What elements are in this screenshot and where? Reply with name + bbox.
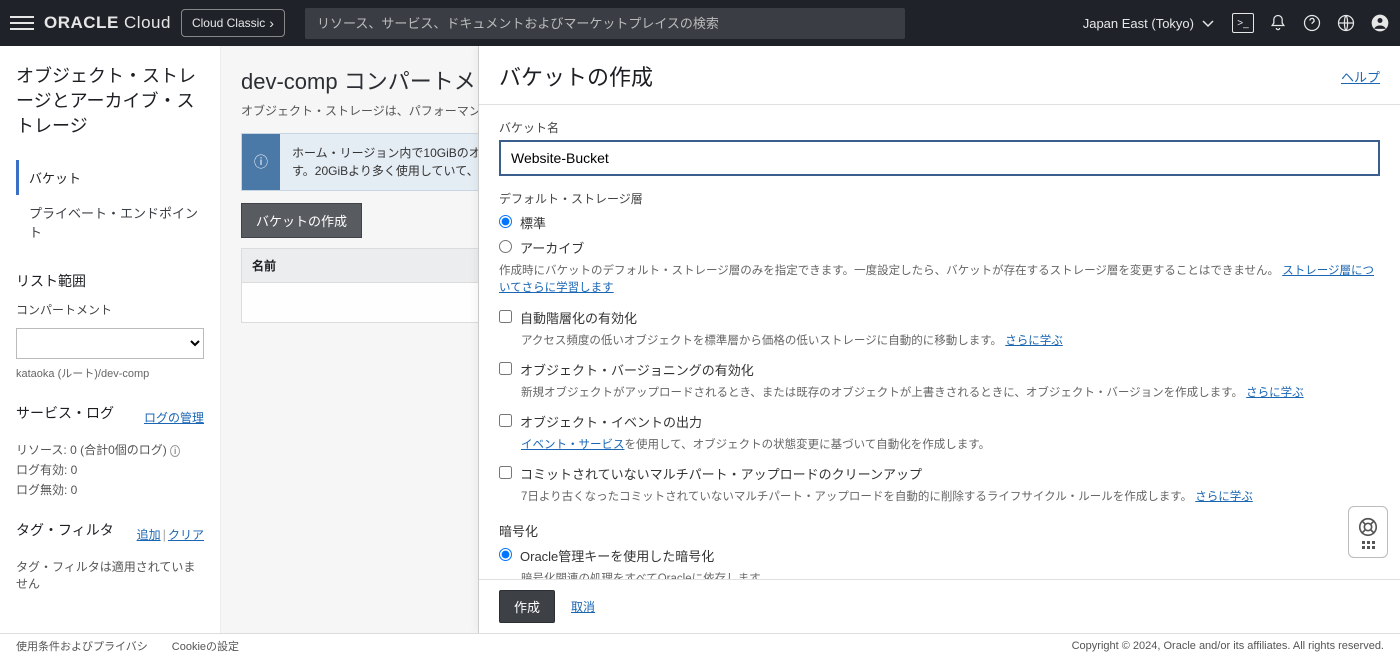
multipart-desc: 7日より古くなったコミットされていないマルチパート・アップロードを自動的に削除す…: [521, 489, 1380, 506]
info-text: ホーム・リージョン内で10GiBのオブす。20GiBより多く使用していて、無: [280, 134, 505, 190]
events-service-link[interactable]: イベント・サービス: [521, 439, 625, 451]
storage-tier-label: デフォルト・ストレージ層: [499, 190, 1380, 207]
chevron-right-icon: [269, 15, 274, 31]
bell-icon[interactable]: [1268, 13, 1288, 33]
no-tag-filter-text: タグ・フィルタは適用されていません: [16, 558, 204, 592]
sidebar-nav: バケット プライベート・エンドポイント: [16, 160, 204, 249]
panel-title: バケットの作成: [499, 60, 653, 92]
add-tag-link[interactable]: 追加: [137, 528, 161, 542]
log-disabled: ログ無効: 0: [16, 481, 204, 498]
compartment-label: コンパートメント: [16, 301, 204, 318]
chevron-down-icon: [1198, 13, 1218, 33]
clear-tag-link[interactable]: クリア: [168, 528, 204, 542]
sidebar-title: オブジェクト・ストレージとアーカイブ・ストレージ: [16, 64, 204, 140]
info-icon[interactable]: i: [170, 445, 180, 457]
brand-logo[interactable]: ORACLE Cloud: [44, 13, 171, 33]
globe-icon[interactable]: [1336, 13, 1356, 33]
grip-icon: [1362, 541, 1375, 549]
compartment-select[interactable]: [16, 328, 204, 359]
events-desc: イベント・サービスを使用して、オブジェクトの状態変更に基づいて自動化を作成します…: [521, 437, 1380, 454]
footer-terms[interactable]: 使用条件およびプライバシ: [16, 638, 148, 654]
multipart-cleanup-checkbox[interactable]: コミットされていないマルチパート・アップロードのクリーンアップ: [499, 464, 1380, 483]
list-scope-heading: リスト範囲: [16, 271, 204, 291]
auto-tiering-desc: アクセス頻度の低いオブジェクトを標準層から価格の低いストレージに自動的に移動しま…: [521, 333, 1380, 350]
life-ring-icon: [1357, 516, 1379, 538]
multipart-learn-link[interactable]: さらに学ぶ: [1195, 491, 1253, 503]
versioning-desc: 新規オブジェクトがアップロードされるとき、または既存のオブジェクトが上書きされる…: [521, 385, 1380, 402]
encryption-heading: 暗号化: [499, 521, 1380, 540]
panel-help-link[interactable]: ヘルプ: [1341, 67, 1380, 86]
versioning-checkbox[interactable]: オブジェクト・バージョニングの有効化: [499, 360, 1380, 379]
user-avatar-icon[interactable]: [1370, 13, 1390, 33]
compartment-path: kataoka (ルート)/dev-comp: [16, 365, 204, 381]
cloud-classic-button[interactable]: Cloud Classic: [181, 9, 285, 37]
search-input[interactable]: [305, 8, 905, 39]
create-bucket-panel: バケットの作成 ヘルプ バケット名 デフォルト・ストレージ層 標準 アーカイブ …: [478, 46, 1400, 633]
encryption-oracle-radio[interactable]: Oracle管理キーを使用した暗号化: [499, 546, 1380, 565]
create-button[interactable]: 作成: [499, 590, 555, 623]
devtools-icon[interactable]: >_: [1232, 13, 1254, 33]
help-icon[interactable]: [1302, 13, 1322, 33]
tag-filter-heading: タグ・フィルタ: [16, 520, 114, 540]
footer-copyright: Copyright © 2024, Oracle and/or its affi…: [1072, 640, 1384, 652]
global-header: ORACLE Cloud Cloud Classic Japan East (T…: [0, 0, 1400, 46]
info-icon: ⓘ: [242, 134, 280, 190]
sidebar: オブジェクト・ストレージとアーカイブ・ストレージ バケット プライベート・エンド…: [0, 46, 220, 633]
resource-count: リソース: 0 (合計0個のログ) i: [16, 441, 204, 458]
versioning-learn-link[interactable]: さらに学ぶ: [1246, 387, 1304, 399]
bucket-name-input[interactable]: [499, 140, 1380, 176]
manage-logs-link[interactable]: ログの管理: [144, 409, 204, 426]
sidebar-item-buckets[interactable]: バケット: [16, 160, 204, 195]
events-checkbox[interactable]: オブジェクト・イベントの出力: [499, 412, 1380, 431]
auto-tier-learn-link[interactable]: さらに学ぶ: [1005, 335, 1063, 347]
bucket-name-label: バケット名: [499, 119, 1380, 136]
tier-description: 作成時にバケットのデフォルト・ストレージ層のみを指定できます。一度設定したら、バ…: [499, 263, 1380, 298]
tier-standard-radio[interactable]: 標準: [499, 213, 1380, 232]
region-selector[interactable]: Japan East (Tokyo): [1083, 13, 1218, 33]
log-enabled: ログ有効: 0: [16, 461, 204, 478]
create-bucket-button[interactable]: バケットの作成: [241, 203, 362, 238]
encryption-oracle-desc: 暗号化関連の処理をすべてOracleに依存します。: [521, 571, 1380, 580]
auto-tiering-checkbox[interactable]: 自動階層化の有効化: [499, 308, 1380, 327]
support-widget[interactable]: [1348, 506, 1388, 558]
menu-icon[interactable]: [10, 11, 34, 35]
cancel-link[interactable]: 取消: [571, 598, 595, 615]
service-log-heading: サービス・ログ: [16, 403, 114, 423]
footer-cookies[interactable]: Cookieの設定: [172, 638, 239, 654]
sidebar-item-private-endpoints[interactable]: プライベート・エンドポイント: [16, 195, 204, 249]
footer: 使用条件およびプライバシ Cookieの設定 Copyright © 2024,…: [0, 633, 1400, 658]
tier-archive-radio[interactable]: アーカイブ: [499, 238, 1380, 257]
